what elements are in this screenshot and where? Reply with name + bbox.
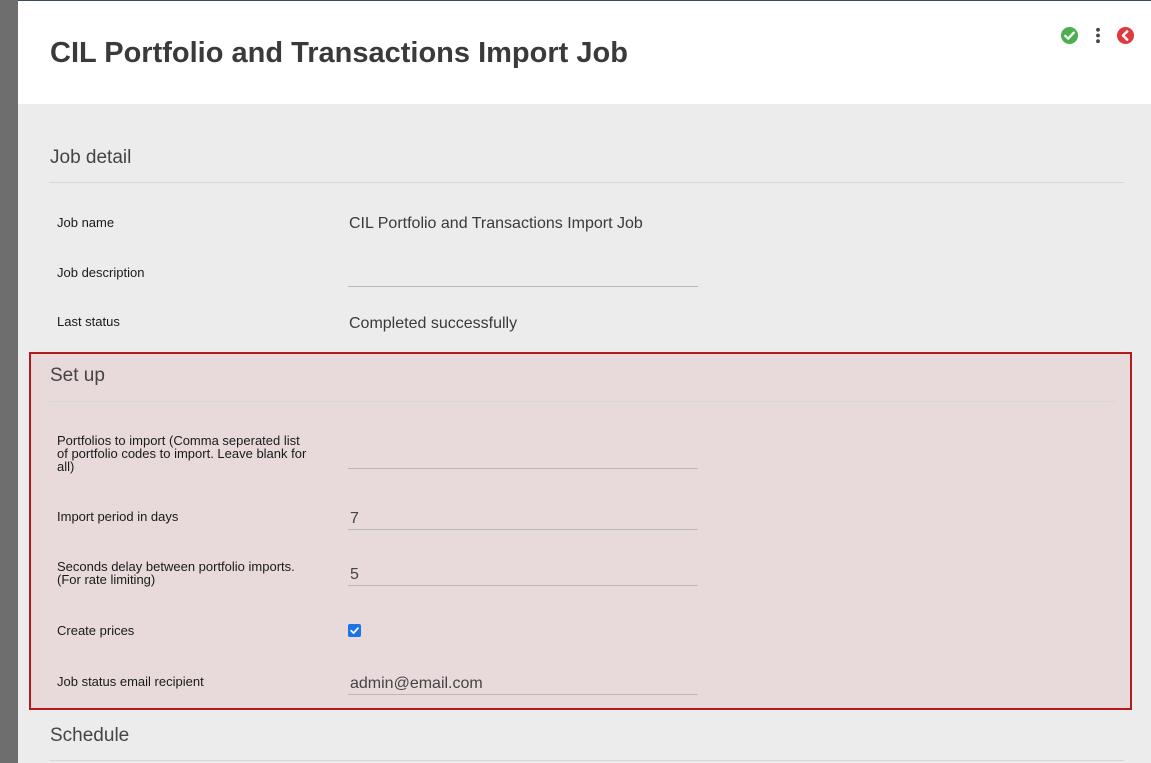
create-prices-label: Create prices	[57, 623, 135, 638]
job-detail-section-title: Job detail	[50, 147, 132, 168]
job-description-label: Job description	[57, 265, 145, 280]
last-status-value: Completed successfully	[349, 315, 518, 332]
form-content: Job detail Job name CIL Portfolio and Tr…	[18, 104, 1151, 763]
portfolios-label: Portfolios to import (Comma seperated li…	[57, 433, 307, 474]
job-description-field[interactable]	[348, 265, 698, 287]
setup-highlight-box	[29, 352, 1132, 710]
schedule-divider	[49, 760, 1124, 761]
page-header: CIL Portfolio and Transactions Import Jo…	[18, 1, 1151, 104]
delay-label: Seconds delay between portfolio imports.…	[57, 559, 295, 587]
check-circle-icon[interactable]	[1060, 26, 1079, 45]
header-actions	[1060, 26, 1135, 45]
job-detail-divider	[49, 182, 1124, 183]
left-rail	[0, 0, 18, 763]
schedule-section-title: Schedule	[50, 725, 130, 746]
job-name-label: Job name	[57, 215, 115, 230]
kebab-menu-icon[interactable]	[1088, 26, 1107, 45]
delay-field[interactable]	[348, 564, 698, 586]
portfolios-field[interactable]	[348, 447, 698, 469]
job-name-value: CIL Portfolio and Transactions Import Jo…	[349, 215, 643, 232]
import-period-field[interactable]	[348, 508, 698, 530]
create-prices-checkbox[interactable]	[348, 624, 361, 637]
page-title: CIL Portfolio and Transactions Import Jo…	[50, 37, 628, 69]
last-status-label: Last status	[57, 314, 120, 329]
email-label: Job status email recipient	[57, 674, 204, 689]
setup-divider	[49, 401, 1116, 402]
import-period-label: Import period in days	[57, 509, 179, 524]
back-arrow-icon[interactable]	[1116, 26, 1135, 45]
checkmark-icon	[350, 627, 359, 634]
setup-section-title: Set up	[50, 365, 105, 386]
email-field[interactable]	[348, 673, 698, 695]
